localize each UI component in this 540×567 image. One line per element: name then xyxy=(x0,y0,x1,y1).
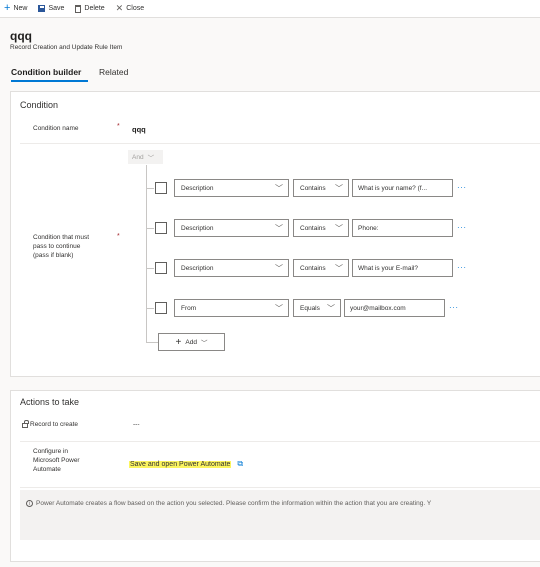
value-input[interactable]: What is your E-mail? xyxy=(352,259,453,277)
chevron-down-icon: ﹀ xyxy=(147,155,155,162)
add-label: Add xyxy=(185,338,197,346)
divider xyxy=(20,441,540,442)
value-input[interactable]: What is your name? (f... xyxy=(352,179,453,197)
more-options-icon[interactable]: ··· xyxy=(449,303,459,312)
tree-branch xyxy=(146,342,158,343)
trash-icon xyxy=(75,4,82,13)
info-message-bar: i Power Automate creates a flow based on… xyxy=(20,490,540,540)
record-to-create-label-row: Record to create xyxy=(22,420,78,429)
add-condition-button[interactable]: + Add ﹀ xyxy=(158,333,225,351)
save-open-power-automate-link[interactable]: Save and open Power Automate ⧉ xyxy=(129,459,243,469)
divider xyxy=(20,487,540,488)
row-checkbox[interactable] xyxy=(155,182,167,194)
more-options-icon[interactable]: ··· xyxy=(457,263,467,272)
plus-icon: + xyxy=(4,2,11,14)
condition-name-label: Condition name xyxy=(33,125,79,132)
operator-dropdown[interactable]: Contains ﹀ xyxy=(293,219,349,237)
save-button[interactable]: Save xyxy=(38,5,64,12)
tree-branch xyxy=(146,228,154,229)
row-checkbox[interactable] xyxy=(155,222,167,234)
info-icon: i xyxy=(26,500,33,507)
lock-icon xyxy=(22,420,29,428)
condition-must-pass-label: Condition that must pass to continue (pa… xyxy=(33,234,90,259)
tree-branch xyxy=(146,308,154,309)
divider xyxy=(20,143,540,144)
external-link-icon: ⧉ xyxy=(237,459,244,468)
chevron-down-icon: ﹀ xyxy=(275,304,283,313)
row-checkbox[interactable] xyxy=(155,302,167,314)
chevron-down-icon: ﹀ xyxy=(335,264,343,273)
record-title: qqq xyxy=(10,29,32,43)
chevron-down-icon: ﹀ xyxy=(200,340,208,347)
more-options-icon[interactable]: ··· xyxy=(457,183,467,192)
row-checkbox[interactable] xyxy=(155,262,167,274)
save-label: Save xyxy=(48,5,65,12)
info-message-text: Power Automate creates a flow based on t… xyxy=(36,500,432,507)
record-to-create-value: --- xyxy=(133,421,140,428)
logic-operator-label: And xyxy=(132,153,144,161)
active-tab-indicator xyxy=(11,80,88,82)
chevron-down-icon: ﹀ xyxy=(335,184,343,193)
condition-section-title: Condition xyxy=(20,100,59,110)
save-open-power-automate-label: Save and open Power Automate xyxy=(129,460,232,468)
more-options-icon[interactable]: ··· xyxy=(457,223,467,232)
field-dropdown[interactable]: From ﹀ xyxy=(174,299,289,317)
required-marker: * xyxy=(117,123,120,130)
value-input[interactable]: your@mailbox.com xyxy=(344,299,445,317)
operator-dropdown[interactable]: Equals ﹀ xyxy=(293,299,341,317)
tree-branch xyxy=(146,188,154,189)
tree-connector xyxy=(146,165,147,342)
chevron-down-icon: ﹀ xyxy=(275,184,283,193)
chevron-down-icon: ﹀ xyxy=(335,224,343,233)
field-dropdown[interactable]: Description ﹀ xyxy=(174,259,289,277)
tree-branch xyxy=(146,268,154,269)
command-bar: + New Save Delete ✕ Close xyxy=(0,0,540,18)
delete-label: Delete xyxy=(84,5,105,12)
chevron-down-icon: ﹀ xyxy=(275,264,283,273)
new-label: New xyxy=(13,5,28,12)
chevron-down-icon: ﹀ xyxy=(275,224,283,233)
close-button[interactable]: ✕ Close xyxy=(116,4,144,13)
actions-section-title: Actions to take xyxy=(20,397,80,407)
plus-icon: + xyxy=(175,336,182,348)
value-input[interactable]: Phone: xyxy=(352,219,453,237)
tab-related[interactable]: Related xyxy=(99,67,128,77)
new-button[interactable]: + New xyxy=(4,2,28,14)
record-to-create-label: Record to create xyxy=(30,421,79,428)
configure-label: Configure in Microsoft Power Automate xyxy=(33,448,80,473)
logic-operator-dropdown[interactable]: And ﹀ xyxy=(128,150,163,164)
chevron-down-icon: ﹀ xyxy=(327,304,335,313)
tab-condition-builder[interactable]: Condition builder xyxy=(11,67,81,77)
close-icon: ✕ xyxy=(115,3,124,13)
delete-button[interactable]: Delete xyxy=(75,4,105,13)
field-dropdown[interactable]: Description ﹀ xyxy=(174,179,289,197)
record-subtitle: Record Creation and Update Rule Item xyxy=(10,44,123,51)
save-icon xyxy=(38,5,46,12)
operator-dropdown[interactable]: Contains ﹀ xyxy=(293,259,349,277)
condition-name-value[interactable]: qqq xyxy=(132,125,146,134)
field-dropdown[interactable]: Description ﹀ xyxy=(174,219,289,237)
operator-dropdown[interactable]: Contains ﹀ xyxy=(293,179,349,197)
required-marker: * xyxy=(117,233,120,240)
close-label: Close xyxy=(126,5,145,12)
